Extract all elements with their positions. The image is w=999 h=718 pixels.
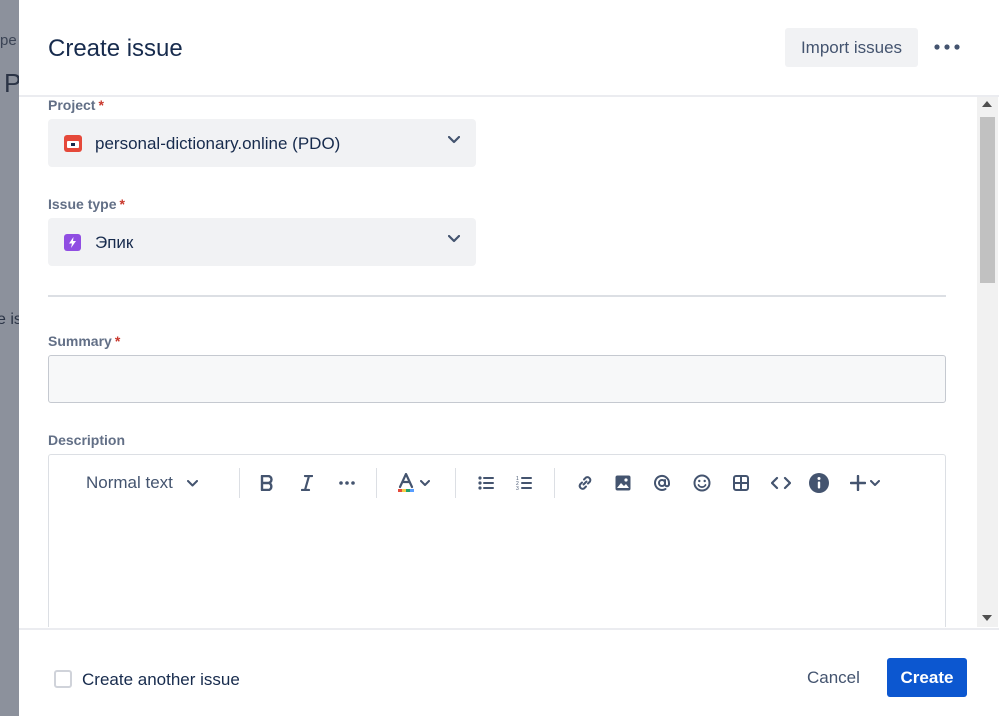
project-icon — [64, 135, 82, 152]
toolbar-separator — [554, 468, 555, 498]
issue-type-value: Эпик — [95, 233, 134, 252]
dialog-header: Create issue Import issues — [19, 0, 999, 97]
chevron-down-icon — [448, 235, 460, 243]
project-select[interactable]: personal-dictionary.online (PDO) — [48, 119, 476, 167]
chevron-down-icon — [420, 479, 430, 487]
summary-input[interactable] — [48, 355, 946, 403]
summary-label: Summary * — [48, 333, 121, 349]
table-icon[interactable] — [733, 468, 749, 498]
dialog-title: Create issue — [48, 35, 183, 62]
background-title-fragment: P — [4, 68, 19, 98]
project-label: Project * — [48, 97, 104, 113]
bold-icon[interactable] — [260, 468, 274, 498]
description-label: Description — [48, 432, 126, 448]
dialog-scrollbar[interactable] — [977, 97, 998, 627]
background-text-fragment: pe — [0, 32, 17, 49]
info-icon[interactable] — [809, 468, 829, 498]
create-another-label[interactable]: Create another issue — [82, 670, 240, 690]
text-style-label: Normal text — [86, 473, 173, 492]
insert-plus-icon[interactable] — [850, 468, 880, 498]
link-icon[interactable] — [576, 468, 594, 498]
image-icon[interactable] — [615, 468, 631, 498]
cancel-button[interactable]: Cancel — [807, 668, 860, 688]
scrollbar-thumb[interactable] — [980, 117, 995, 283]
section-divider — [48, 295, 946, 297]
scroll-down-arrow-icon[interactable] — [982, 615, 992, 621]
dialog-body: Project * personal-dictionary.online (PDO… — [19, 97, 999, 627]
chevron-down-icon — [448, 136, 460, 144]
create-button[interactable]: Create — [887, 658, 967, 697]
text-color-icon[interactable] — [397, 468, 430, 498]
chevron-down-icon — [186, 479, 198, 487]
toolbar-separator — [239, 468, 240, 498]
issue-type-label: Issue type * — [48, 196, 125, 212]
scroll-up-arrow-icon[interactable] — [982, 101, 992, 107]
chevron-down-icon — [870, 479, 880, 487]
dialog-footer: Create another issue Cancel Create — [19, 628, 999, 718]
text-style-dropdown[interactable]: Normal text — [86, 468, 198, 498]
more-horizontal-icon[interactable] — [931, 34, 963, 60]
numbered-list-icon[interactable]: 123 — [516, 468, 532, 498]
import-issues-button[interactable]: Import issues — [785, 28, 918, 67]
emoji-icon[interactable] — [693, 468, 711, 498]
create-another-checkbox[interactable] — [54, 670, 72, 688]
background-text-fragment: e is — [0, 311, 19, 328]
project-value: personal-dictionary.online (PDO) — [95, 134, 341, 153]
epic-icon — [64, 234, 81, 251]
mention-icon[interactable] — [653, 468, 671, 498]
code-icon[interactable] — [771, 468, 791, 498]
description-editor[interactable]: Normal text 123 — [48, 454, 946, 627]
bullet-list-icon[interactable] — [478, 468, 494, 498]
issue-type-select[interactable]: Эпик — [48, 218, 476, 266]
italic-icon[interactable] — [301, 468, 313, 498]
svg-text:3: 3 — [516, 486, 519, 491]
toolbar-separator — [376, 468, 377, 498]
toolbar-separator — [455, 468, 456, 498]
more-formatting-icon[interactable] — [339, 468, 355, 498]
background-page: pe P e is — [0, 0, 19, 716]
create-issue-dialog: Create issue Import issues Project * pers… — [19, 0, 999, 718]
